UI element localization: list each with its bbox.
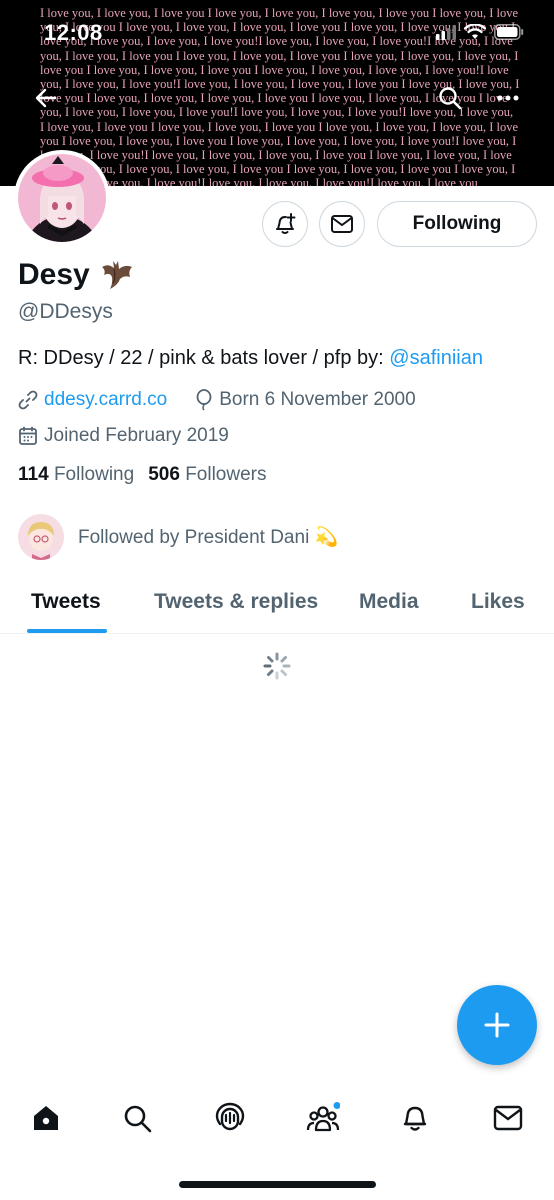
- banner-nav: [0, 80, 554, 120]
- nav-notifications[interactable]: [395, 1098, 435, 1138]
- followers-count-link[interactable]: 506 Followers: [148, 464, 266, 486]
- communities-icon: [306, 1102, 340, 1132]
- followers-label: Followers: [185, 464, 267, 485]
- profile-bio: R: DDesy / 22 / pink & bats lover / pfp …: [18, 347, 483, 370]
- message-button[interactable]: [319, 201, 365, 247]
- nav-messages[interactable]: [488, 1098, 528, 1138]
- tab-tweets[interactable]: Tweets: [31, 590, 101, 614]
- loading-spinner-icon: [263, 652, 291, 680]
- profile-meta-website-birth: ddesy.carrd.co Born 6 November 2000: [18, 389, 416, 411]
- profile-avatar[interactable]: [14, 150, 110, 246]
- following-count-link[interactable]: 114 Following: [18, 464, 134, 486]
- more-button[interactable]: [490, 80, 526, 116]
- display-name: Desy: [18, 258, 90, 291]
- spaces-mic-icon: [215, 1102, 245, 1131]
- follow-counts: 114 Following 506 Followers: [18, 464, 267, 486]
- battery-icon: [494, 24, 524, 40]
- nav-home[interactable]: [26, 1098, 66, 1138]
- following-button[interactable]: Following: [377, 201, 537, 247]
- home-indicator: [179, 1181, 376, 1188]
- tab-media[interactable]: Media: [359, 590, 419, 614]
- bell-icon: [403, 1106, 427, 1131]
- bat-emoji: [101, 261, 132, 289]
- followed-by-row[interactable]: Followed by President Dani 💫: [18, 514, 338, 560]
- following-count: 114: [18, 464, 49, 485]
- search-button[interactable]: [432, 80, 468, 116]
- followed-by-text: Followed by President Dani 💫: [78, 527, 339, 548]
- balloon-icon: [196, 389, 212, 411]
- follower-avatar: [18, 514, 64, 560]
- profile-meta-joined: Joined February 2019: [18, 425, 229, 447]
- active-tab-indicator: [27, 629, 107, 633]
- tab-tweets-replies[interactable]: Tweets & replies: [154, 590, 318, 614]
- profile-handle: @DDesys: [18, 300, 113, 323]
- more-icon: [497, 95, 519, 101]
- avatar-image: [18, 154, 106, 242]
- back-button[interactable]: [28, 80, 64, 116]
- status-bar: 12:08: [0, 0, 554, 70]
- status-icons: [436, 24, 524, 40]
- profile-tabs: Tweets Tweets & replies Media Likes: [0, 572, 554, 634]
- bell-plus-icon: [276, 213, 296, 234]
- birthday-text: Born 6 November 2000: [219, 389, 416, 410]
- signal-icon: [436, 25, 456, 40]
- following-label: Following: [53, 464, 135, 485]
- nav-communities[interactable]: [303, 1098, 343, 1138]
- nav-spaces[interactable]: [210, 1098, 250, 1138]
- search-icon: [124, 1105, 152, 1133]
- compose-tweet-button[interactable]: [457, 985, 537, 1065]
- envelope-icon: [331, 215, 353, 233]
- envelope-icon: [493, 1105, 523, 1131]
- joined-text: Joined February 2019: [44, 425, 229, 446]
- back-arrow-icon: [35, 88, 57, 108]
- website-link[interactable]: ddesy.carrd.co: [44, 389, 167, 411]
- search-icon: [439, 87, 462, 110]
- tab-likes[interactable]: Likes: [471, 590, 525, 614]
- wifi-icon: [464, 24, 486, 39]
- calendar-icon: [19, 426, 37, 445]
- plus-icon: [484, 1012, 510, 1038]
- profile-name: Desy: [18, 258, 134, 292]
- nav-search[interactable]: [117, 1098, 157, 1138]
- bio-text: R: DDesy / 22 / pink & bats lover / pfp …: [18, 347, 390, 369]
- status-time: 12:08: [44, 20, 103, 45]
- bio-mention-link[interactable]: @safiniian: [389, 347, 483, 369]
- home-icon: [34, 1106, 58, 1130]
- bottom-tab-bar: [0, 1088, 554, 1148]
- notify-button[interactable]: [262, 201, 308, 247]
- followers-count: 506: [148, 464, 180, 485]
- link-icon: [18, 390, 38, 410]
